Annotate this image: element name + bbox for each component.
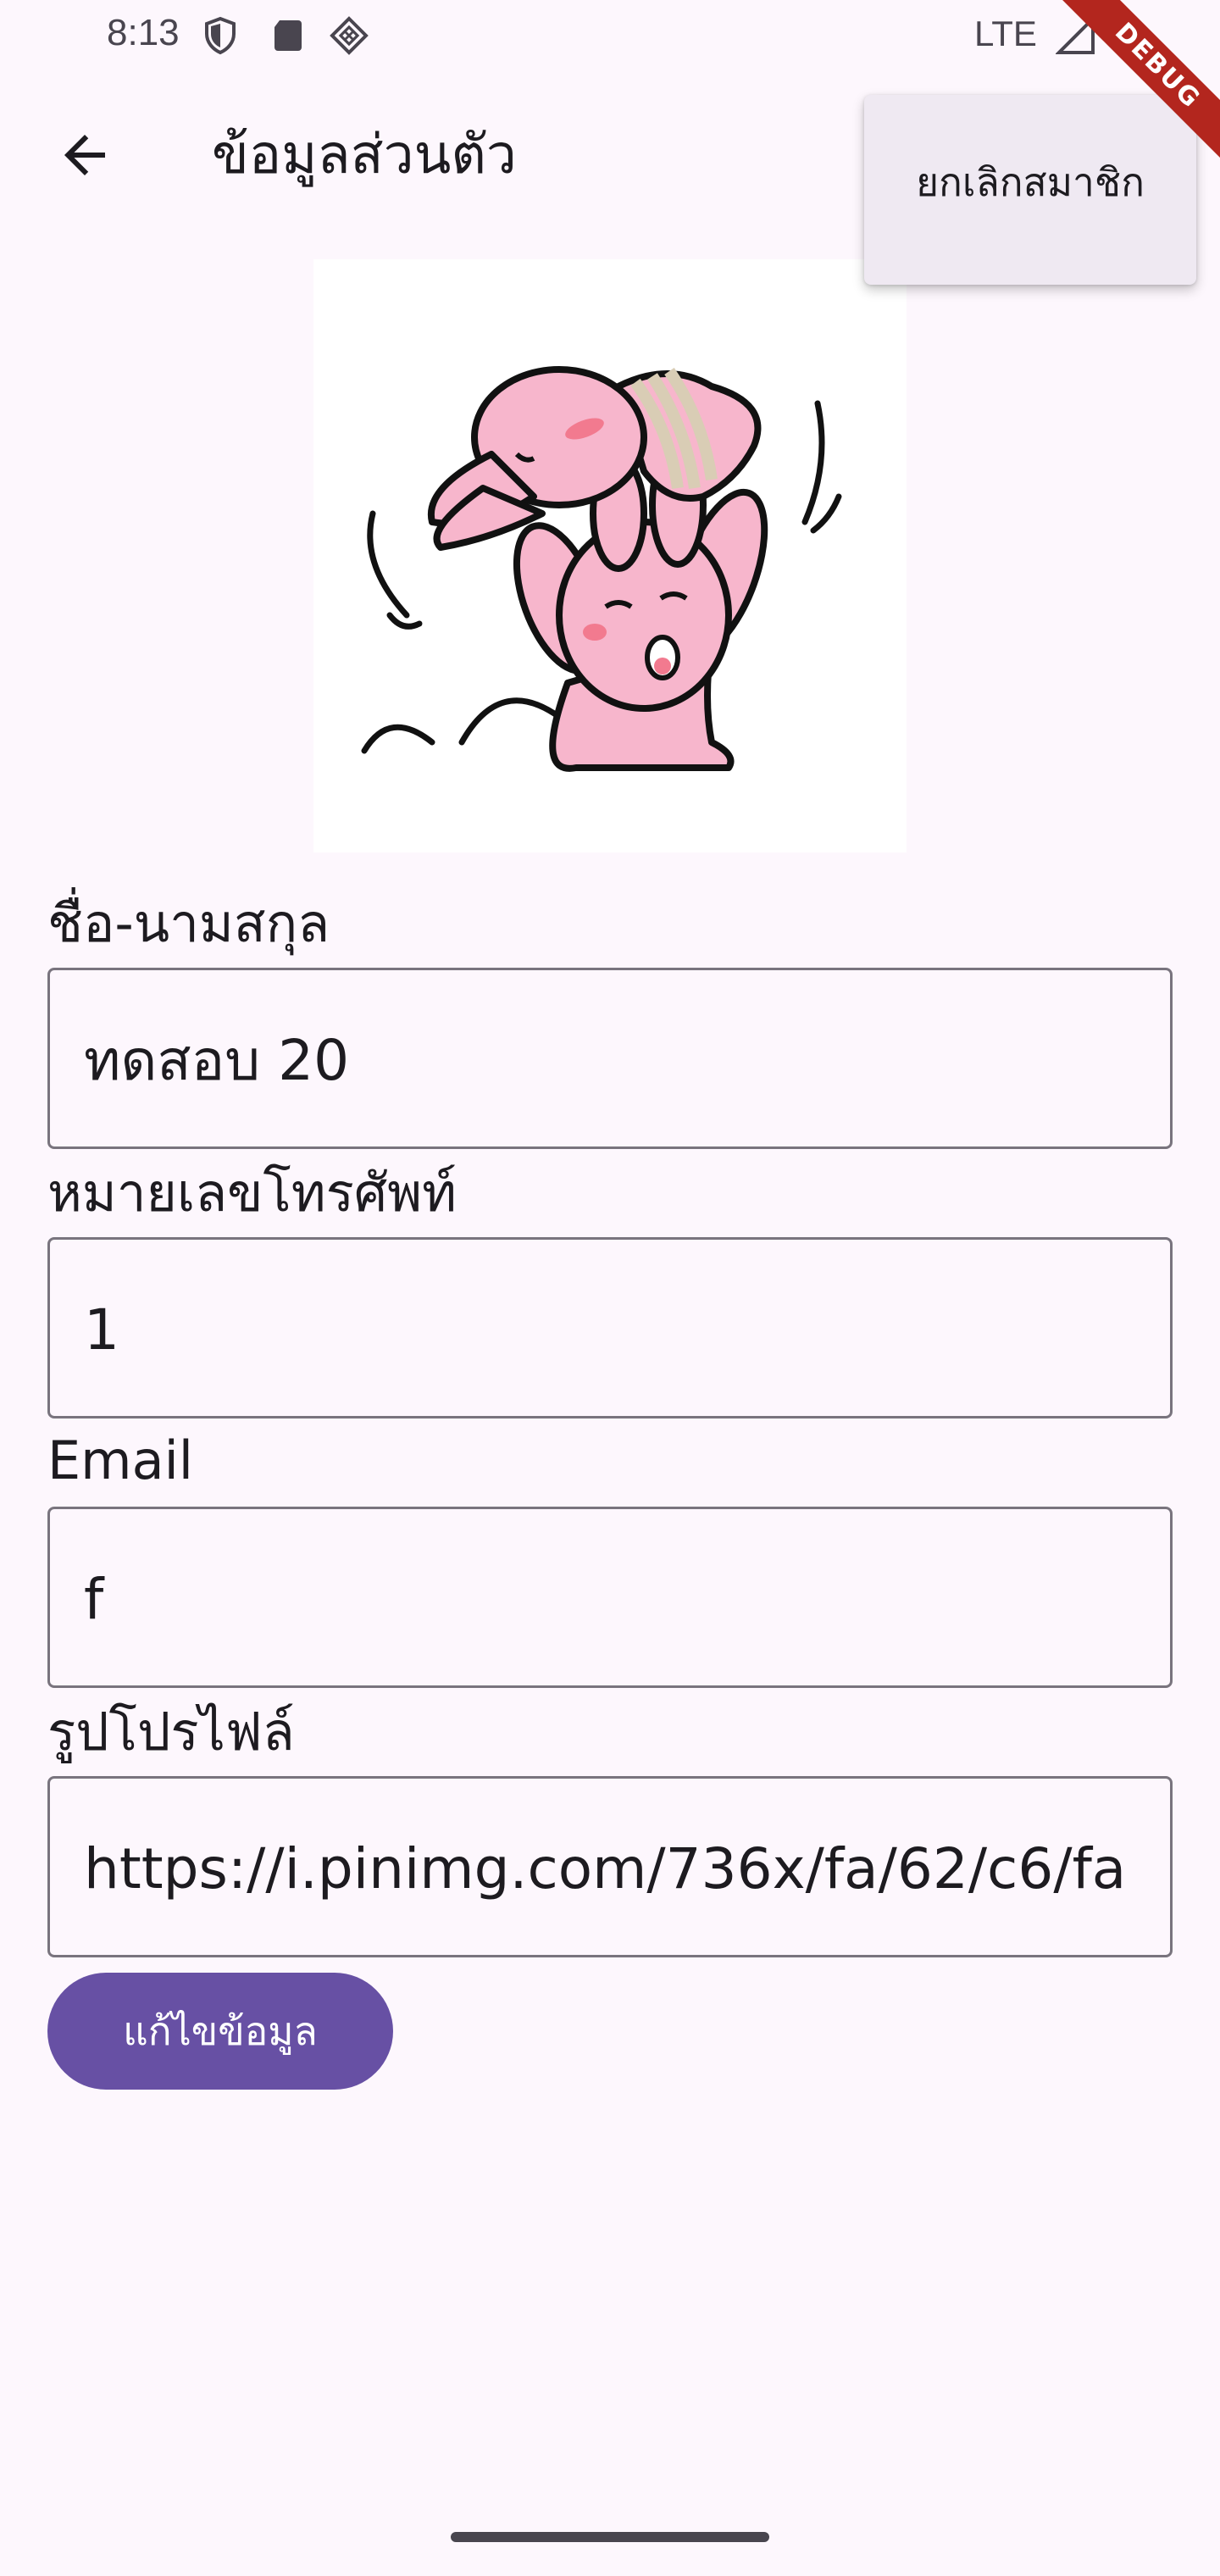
full-name-label: ชื่อ-นามสกุล [47,892,330,954]
menu-item-cancel-membership[interactable]: ยกเลิกสมาชิก [864,136,1196,229]
battery-icon [1115,19,1135,53]
status-time: 8:13 [107,12,180,53]
phone-number-label: หมายเลขโทรศัพท์ [47,1162,458,1224]
shield-icon [205,16,236,55]
back-button[interactable] [42,113,127,197]
arrow-left-icon [64,135,105,175]
diamond-app-icon [330,16,369,55]
email-label: Email [47,1430,194,1491]
sd-card-icon [274,20,302,51]
profile-image-url-field[interactable]: https://i.pinimg.com/736x/fa/62/c6/fa [47,1776,1173,1957]
profile-image-url-value: https://i.pinimg.com/736x/fa/62/c6/fa [84,1836,1127,1901]
email-value: f [84,1567,104,1632]
full-name-field[interactable]: ทดสอบ 20 [47,968,1173,1149]
email-field[interactable]: f [47,1507,1173,1688]
phone-number-value: 1 [84,1297,119,1363]
overflow-popup-menu: ยกเลิกสมาชิก [864,95,1196,285]
pink-rabbit-sticker [361,366,842,772]
phone-number-field[interactable]: 1 [47,1237,1173,1418]
profile-image [313,259,907,852]
edit-profile-button[interactable]: แก้ไขข้อมูล [47,1973,393,2090]
home-indicator[interactable] [451,2532,769,2542]
signal-icon [1056,15,1095,54]
network-type-label: LTE [974,14,1037,53]
profile-image-url-label: รูปโปรไฟล์ [47,1701,295,1763]
status-bar: 8:13 LTE [0,0,1220,75]
full-name-value: ทดสอบ 20 [84,1028,350,1093]
page-title: ข้อมูลส่วนตัว [212,124,517,186]
